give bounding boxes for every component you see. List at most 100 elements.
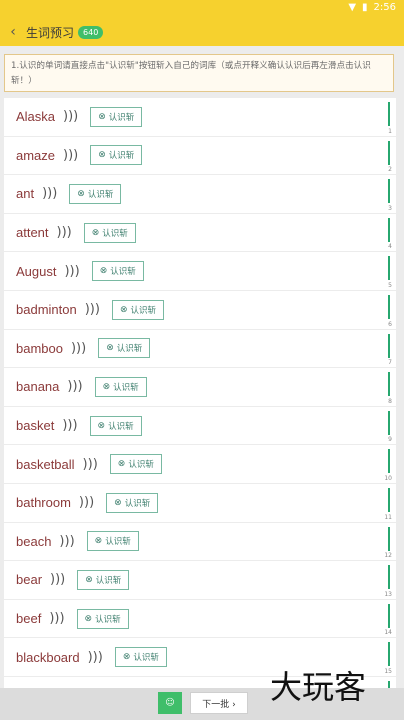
row-indicator bbox=[388, 256, 390, 281]
speaker-icon[interactable]: ))) bbox=[59, 534, 74, 549]
kill-word-button[interactable]: ⊗ 认识斩 bbox=[94, 376, 147, 397]
kill-word-label: 认识斩 bbox=[113, 382, 139, 393]
speaker-icon[interactable]: ))) bbox=[50, 572, 65, 587]
circle-x-icon: ⊗ bbox=[106, 343, 114, 354]
speaker-icon[interactable]: ))) bbox=[64, 264, 79, 279]
speaker-icon[interactable]: ))) bbox=[57, 225, 72, 240]
list-item[interactable]: attent))) ⊗ 认识斩 4 bbox=[4, 214, 396, 253]
kill-word-label: 认识斩 bbox=[95, 575, 122, 586]
list-item[interactable]: bamboo))) ⊗ 认识斩 7 bbox=[4, 330, 396, 369]
word-text[interactable]: bear bbox=[16, 572, 42, 587]
circle-x-icon: ⊗ bbox=[122, 652, 131, 663]
word-text[interactable]: blackboard bbox=[16, 650, 80, 665]
circle-x-icon: ⊗ bbox=[97, 420, 106, 431]
word-text[interactable]: basketball bbox=[16, 457, 75, 472]
word-text[interactable]: attent bbox=[16, 225, 49, 240]
kill-word-button[interactable]: ⊗ 认识斩 bbox=[91, 261, 144, 282]
list-item[interactable]: bathroom))) ⊗ 认识斩 11 bbox=[4, 484, 396, 523]
kill-word-button[interactable]: ⊗ 认识斩 bbox=[90, 106, 143, 127]
word-list: Alaska))) ⊗ 认识斩 1 amaze))) ⊗ 认识斩 2 ant))) ⊗ 认识斩 3 at… bbox=[4, 98, 396, 688]
watermark: 大玩客 bbox=[270, 668, 367, 706]
word-text[interactable]: amaze bbox=[16, 148, 55, 163]
row-number: 5 bbox=[388, 281, 392, 289]
battery-icon: ▮ bbox=[362, 2, 368, 13]
kill-word-button[interactable]: ⊗ 认识斩 bbox=[83, 222, 136, 243]
status-time: 2:56 bbox=[373, 2, 396, 13]
word-text[interactable]: beach bbox=[16, 534, 51, 549]
speaker-icon[interactable]: ))) bbox=[62, 418, 77, 433]
speaker-icon[interactable]: ))) bbox=[49, 611, 64, 626]
list-item[interactable]: basket))) ⊗ 认识斩 9 bbox=[4, 407, 396, 446]
kill-word-label: 认识斩 bbox=[108, 151, 135, 162]
speaker-icon[interactable]: ))) bbox=[63, 109, 78, 124]
row-indicator bbox=[388, 294, 390, 319]
row-indicator bbox=[388, 102, 390, 126]
circle-x-icon: ⊗ bbox=[99, 266, 108, 277]
word-text[interactable]: August bbox=[16, 264, 56, 279]
list-item[interactable]: beach))) ⊗ 认识斩 12 bbox=[4, 523, 396, 562]
row-number: 15 bbox=[384, 667, 392, 675]
word-text[interactable]: ant bbox=[16, 186, 34, 201]
speaker-icon[interactable]: ))) bbox=[71, 341, 86, 356]
speaker-icon[interactable]: ))) bbox=[63, 148, 78, 163]
kill-word-label: 认识斩 bbox=[128, 460, 154, 471]
word-text[interactable]: bamboo bbox=[16, 341, 63, 356]
list-item[interactable]: basketball))) ⊗ 认识斩 10 bbox=[4, 445, 396, 484]
word-text[interactable]: Alaska bbox=[16, 109, 55, 124]
kill-word-button[interactable]: ⊗ 认识斩 bbox=[109, 454, 162, 475]
next-batch-button[interactable]: 下一批 › bbox=[190, 692, 248, 714]
row-indicator bbox=[388, 372, 390, 397]
kill-word-button[interactable]: ⊗ 认识斩 bbox=[76, 608, 129, 629]
list-item[interactable]: amaze))) ⊗ 认识斩 2 bbox=[4, 137, 396, 176]
row-number: 9 bbox=[388, 436, 392, 444]
chevron-left-icon[interactable]: ‹ bbox=[2, 24, 24, 40]
speaker-icon[interactable]: ))) bbox=[83, 457, 98, 472]
word-text[interactable]: bathroom bbox=[16, 495, 71, 510]
page-title: 生词预习 bbox=[26, 25, 75, 40]
speaker-icon[interactable]: ))) bbox=[42, 186, 57, 201]
kill-word-label: 认识斩 bbox=[108, 112, 135, 123]
list-item[interactable]: badminton))) ⊗ 认识斩 6 bbox=[4, 291, 396, 330]
list-item[interactable]: beef))) ⊗ 认识斩 14 bbox=[4, 600, 396, 639]
kill-word-button[interactable]: ⊗ 认识斩 bbox=[77, 569, 130, 590]
kill-word-label: 认识斩 bbox=[102, 228, 128, 239]
circle-x-icon: ⊗ bbox=[91, 227, 100, 238]
row-number: 2 bbox=[388, 166, 392, 174]
speaker-icon[interactable]: ))) bbox=[67, 379, 82, 394]
row-indicator bbox=[388, 565, 390, 590]
word-text[interactable]: basket bbox=[16, 418, 54, 433]
list-item[interactable]: bear))) ⊗ 认识斩 13 bbox=[4, 561, 396, 600]
circle-x-icon: ⊗ bbox=[98, 150, 106, 161]
row-number: 3 bbox=[388, 204, 392, 212]
word-text[interactable]: banana bbox=[16, 379, 59, 394]
kill-word-button[interactable]: ⊗ 认识斩 bbox=[89, 415, 142, 436]
row-indicator bbox=[388, 140, 390, 165]
word-text[interactable]: beef bbox=[16, 611, 41, 626]
speaker-icon[interactable]: ))) bbox=[85, 302, 100, 317]
home-button[interactable]: ☺ bbox=[158, 692, 182, 714]
kill-word-button[interactable]: ⊗ 认识斩 bbox=[111, 299, 164, 320]
row-indicator bbox=[388, 449, 390, 474]
list-item[interactable]: banana))) ⊗ 认识斩 8 bbox=[4, 368, 396, 407]
list-item[interactable]: Alaska))) ⊗ 认识斩 1 bbox=[4, 98, 396, 137]
row-number: 7 bbox=[388, 359, 392, 367]
row-number: 1 bbox=[388, 127, 392, 135]
list-item[interactable]: August))) ⊗ 认识斩 5 bbox=[4, 252, 396, 291]
row-indicator bbox=[388, 680, 390, 688]
kill-word-label: 认识斩 bbox=[124, 498, 151, 509]
kill-word-button[interactable]: ⊗ 认识斩 bbox=[106, 492, 159, 513]
speaker-icon[interactable]: ))) bbox=[79, 495, 94, 510]
word-text[interactable]: badminton bbox=[16, 302, 77, 317]
circle-x-icon: ⊗ bbox=[98, 111, 106, 122]
kill-word-button[interactable]: ⊗ 认识斩 bbox=[114, 647, 167, 668]
count-badge: 640 bbox=[78, 25, 104, 39]
row-indicator bbox=[388, 217, 390, 242]
speaker-icon[interactable]: ))) bbox=[88, 650, 103, 665]
kill-word-button[interactable]: ⊗ 认识斩 bbox=[98, 338, 151, 359]
list-item[interactable]: ant))) ⊗ 认识斩 3 bbox=[4, 175, 396, 214]
kill-word-button[interactable]: ⊗ 认识斩 bbox=[90, 145, 143, 166]
kill-word-button[interactable]: ⊗ 认识斩 bbox=[69, 183, 122, 204]
row-number: 4 bbox=[388, 243, 392, 251]
kill-word-button[interactable]: ⊗ 认识斩 bbox=[86, 531, 139, 552]
row-indicator bbox=[388, 526, 390, 551]
